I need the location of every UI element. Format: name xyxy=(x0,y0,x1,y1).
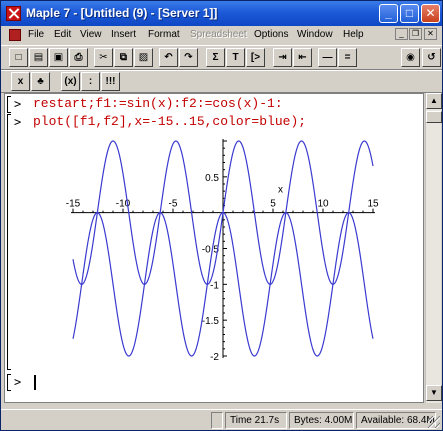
vertical-scrollbar[interactable]: ▲ ▼ xyxy=(425,93,442,403)
section-outdent-icon[interactable]: ⇤ xyxy=(293,48,312,67)
y-tick-label: -2 xyxy=(210,352,219,363)
y-tick-label: 0.5 xyxy=(205,173,219,184)
menu-edit[interactable]: Edit xyxy=(54,29,71,40)
x-tick-label: -15 xyxy=(66,199,81,210)
x-tick-label: 10 xyxy=(317,199,329,210)
execution-group-bracket[interactable] xyxy=(7,374,11,391)
section-indent-icon[interactable]: ⇥ xyxy=(273,48,292,67)
new-document-icon[interactable]: □ xyxy=(9,48,28,67)
status-time: Time 21.7s xyxy=(225,412,287,429)
math-input-icon[interactable]: Σ xyxy=(206,48,225,67)
paste-icon[interactable]: ▨ xyxy=(134,48,153,67)
minimize-button[interactable]: _ xyxy=(379,4,398,23)
mdi-restore-button[interactable]: ❐ xyxy=(409,28,422,40)
main-toolbar: □ ▤ ▣ ⎙ ✂ ⧉ ▨ ↶ ↷ Σ T [> ⇥ ⇤ — = ◉ ↺ xyxy=(1,45,442,70)
x-tick-label: 15 xyxy=(367,199,379,210)
y-tick-label: -1.5 xyxy=(202,316,220,327)
document-menu-icon[interactable] xyxy=(9,29,21,41)
maple-window: Maple 7 - [Untitled (9) - [Server 1]] _ … xyxy=(0,0,443,431)
prompt-3: > xyxy=(14,375,22,389)
redo-icon[interactable]: ↷ xyxy=(179,48,198,67)
window-title: Maple 7 - [Untitled (9) - [Server 1]] xyxy=(26,6,218,20)
text-input-icon[interactable]: T xyxy=(226,48,245,67)
print-icon[interactable]: ⎙ xyxy=(69,48,88,67)
execute-all-icon[interactable]: !!! xyxy=(101,72,120,91)
title-bar[interactable]: Maple 7 - [Untitled (9) - [Server 1]] _ … xyxy=(1,1,442,26)
menu-format[interactable]: Format xyxy=(148,29,180,40)
menu-insert[interactable]: Insert xyxy=(111,29,136,40)
context-toolbar: x ♣ (x):!!! xyxy=(1,70,442,93)
insert-prompt-icon[interactable]: [> xyxy=(246,48,265,67)
save-icon[interactable]: ▣ xyxy=(49,48,68,67)
x-axis-label: x xyxy=(278,185,283,196)
colon-icon[interactable]: : xyxy=(81,72,100,91)
status-available: Available: 68.4M xyxy=(356,412,436,429)
close-button[interactable]: ✕ xyxy=(421,4,440,23)
zoom-in-icon[interactable]: — xyxy=(318,48,337,67)
zoom-out-icon[interactable]: = xyxy=(338,48,357,67)
menu-options[interactable]: Options xyxy=(254,29,288,40)
scrollbar-thumb[interactable] xyxy=(426,111,442,123)
open-folder-icon[interactable]: ▤ xyxy=(29,48,48,67)
x-tick-label: -5 xyxy=(169,199,178,210)
menu-help[interactable]: Help xyxy=(343,29,364,40)
x-tick-label: 5 xyxy=(270,199,276,210)
plot-output[interactable]: -15 -10 -5 5 10 150.5-0.5-1-1.5-2x xyxy=(5,94,424,403)
menu-file[interactable]: File xyxy=(28,29,44,40)
cut-icon[interactable]: ✂ xyxy=(94,48,113,67)
resize-grip-icon[interactable] xyxy=(428,416,440,428)
status-bytes: Bytes: 4.00M xyxy=(289,412,354,429)
y-tick-label: -1 xyxy=(210,280,219,291)
menu-window[interactable]: Window xyxy=(297,29,333,40)
menu-spreadsheet: Spreadsheet xyxy=(190,29,247,40)
scroll-down-arrow-icon[interactable]: ▼ xyxy=(426,385,442,401)
undo-icon[interactable]: ↶ xyxy=(159,48,178,67)
menu-view[interactable]: View xyxy=(80,29,102,40)
text-cursor xyxy=(34,375,36,390)
restart-icon[interactable]: ↺ xyxy=(422,48,441,67)
stop-icon[interactable]: ◉ xyxy=(401,48,420,67)
execute-icon[interactable]: x xyxy=(11,72,30,91)
status-bar: Time 21.7s Bytes: 4.00M Available: 68.4M xyxy=(1,409,442,430)
menu-bar: File Edit View Insert Format Spreadsheet Optio… xyxy=(1,26,442,45)
copy-icon[interactable]: ⧉ xyxy=(114,48,133,67)
expression-icon[interactable]: (x) xyxy=(61,72,80,91)
status-panel-empty xyxy=(211,412,223,429)
worksheet[interactable]: > restart;f1:=sin(x):f2:=cos(x)-1: > plo… xyxy=(4,93,424,403)
mdi-minimize-button[interactable]: _ xyxy=(395,28,408,40)
scroll-up-arrow-icon[interactable]: ▲ xyxy=(426,93,442,109)
maple-leaf-icon[interactable] xyxy=(6,6,21,21)
debug-icon[interactable]: ♣ xyxy=(31,72,50,91)
maximize-button[interactable]: □ xyxy=(400,4,419,23)
mdi-close-button[interactable]: ✕ xyxy=(424,28,437,40)
